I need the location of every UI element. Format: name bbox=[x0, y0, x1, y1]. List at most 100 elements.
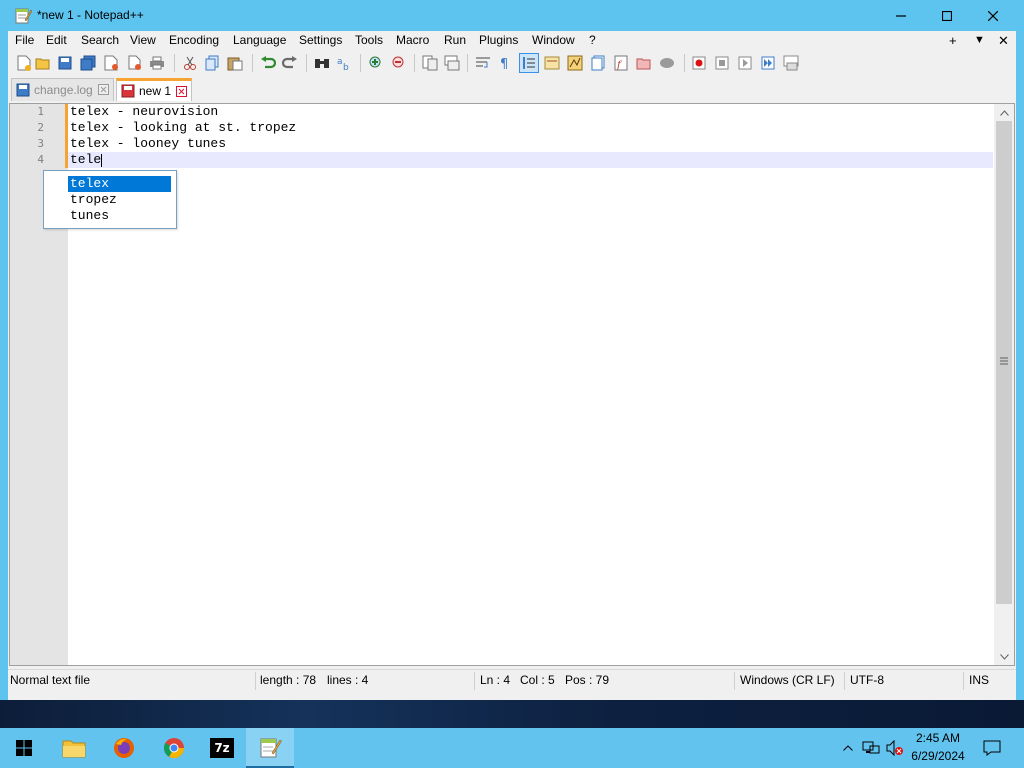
tab-change-log[interactable]: change.log bbox=[11, 78, 114, 101]
folder-as-workspace-icon[interactable] bbox=[634, 53, 654, 73]
title-bar[interactable]: *new 1 - Notepad++ bbox=[0, 0, 1024, 31]
close-document-button[interactable]: ✕ bbox=[998, 33, 1009, 49]
print-icon[interactable] bbox=[147, 53, 167, 73]
show-all-chars-icon[interactable]: ¶ bbox=[495, 53, 515, 73]
code-line[interactable]: tele bbox=[70, 152, 101, 168]
indent-guide-icon[interactable] bbox=[519, 53, 539, 73]
find-icon[interactable] bbox=[312, 53, 332, 73]
unsaved-file-icon bbox=[121, 84, 135, 98]
notepadpp-app-icon bbox=[15, 8, 32, 24]
notifications-button[interactable] bbox=[982, 738, 1002, 758]
autocomplete-popup[interactable]: telex tropez tunes bbox=[43, 170, 177, 229]
toolbar: ab ¶ f bbox=[8, 51, 1016, 76]
copy-icon[interactable] bbox=[202, 53, 222, 73]
start-button[interactable] bbox=[0, 728, 48, 768]
window-title: *new 1 - Notepad++ bbox=[37, 8, 144, 22]
function-list-icon[interactable]: f bbox=[611, 53, 631, 73]
document-list-icon[interactable] bbox=[588, 53, 608, 73]
run-macro-multiple-icon[interactable] bbox=[758, 53, 778, 73]
close-window-button[interactable] bbox=[970, 0, 1016, 31]
play-macro-icon[interactable] bbox=[735, 53, 755, 73]
document-map-icon[interactable] bbox=[565, 53, 585, 73]
close-icon[interactable] bbox=[101, 53, 121, 73]
autocomplete-item[interactable]: telex bbox=[68, 176, 171, 192]
notepadpp-taskbar-button[interactable] bbox=[246, 728, 294, 768]
minimize-button[interactable] bbox=[878, 0, 924, 31]
record-macro-icon[interactable] bbox=[689, 53, 709, 73]
undo-icon[interactable] bbox=[258, 53, 278, 73]
paste-icon[interactable] bbox=[225, 53, 245, 73]
tab-new-1[interactable]: new 1 bbox=[116, 78, 192, 101]
save-icon[interactable] bbox=[55, 53, 75, 73]
tab-close-icon[interactable] bbox=[176, 86, 187, 97]
menu-run[interactable]: Run bbox=[444, 33, 466, 47]
tab-list-dropdown-button[interactable]: ▼ bbox=[974, 34, 985, 46]
zoom-in-icon[interactable] bbox=[366, 53, 386, 73]
chrome-taskbar-button[interactable] bbox=[150, 728, 198, 768]
code-line[interactable]: telex - neurovision bbox=[70, 104, 218, 120]
clock-time[interactable]: 2:45 AM bbox=[900, 731, 976, 745]
menu-window[interactable]: Window bbox=[532, 33, 575, 47]
firefox-taskbar-button[interactable] bbox=[100, 728, 148, 768]
vertical-scrollbar[interactable] bbox=[994, 104, 1014, 665]
new-file-icon[interactable] bbox=[14, 53, 34, 73]
autocomplete-item[interactable]: tropez bbox=[68, 192, 171, 208]
menu-language[interactable]: Language bbox=[233, 33, 286, 47]
menu-help[interactable]: ? bbox=[589, 33, 596, 47]
maximize-button[interactable] bbox=[924, 0, 970, 31]
cut-icon[interactable] bbox=[180, 53, 200, 73]
line-number: 3 bbox=[37, 137, 44, 150]
code-line[interactable]: telex - looney tunes bbox=[70, 136, 226, 152]
notepadpp-icon bbox=[260, 738, 282, 758]
7zip-taskbar-button[interactable]: 7z bbox=[198, 728, 246, 768]
status-column[interactable]: Col : 5 bbox=[520, 673, 555, 687]
status-insert-mode[interactable]: INS bbox=[969, 673, 989, 687]
toolbar-separator bbox=[684, 54, 685, 72]
tab-label: new 1 bbox=[139, 84, 172, 98]
menu-edit[interactable]: Edit bbox=[46, 33, 67, 47]
status-position[interactable]: Pos : 79 bbox=[565, 673, 609, 687]
save-all-icon[interactable] bbox=[78, 53, 98, 73]
status-separator bbox=[734, 672, 735, 690]
scroll-thumb[interactable] bbox=[996, 121, 1012, 604]
clock-date[interactable]: 6/29/2024 bbox=[900, 749, 976, 763]
menu-encoding[interactable]: Encoding bbox=[169, 33, 219, 47]
chevron-up-icon bbox=[999, 109, 1009, 116]
close-all-icon[interactable] bbox=[124, 53, 144, 73]
show-hidden-icons-button[interactable] bbox=[838, 738, 858, 758]
zoom-out-icon[interactable] bbox=[389, 53, 409, 73]
new-tab-plus-button[interactable]: + bbox=[949, 33, 957, 48]
tab-close-icon[interactable] bbox=[98, 84, 109, 95]
save-macro-icon[interactable] bbox=[781, 53, 801, 73]
maximize-icon bbox=[942, 10, 952, 21]
menu-macro[interactable]: Macro bbox=[396, 33, 429, 47]
network-tray-button[interactable] bbox=[861, 738, 881, 758]
status-encoding[interactable]: UTF-8 bbox=[850, 673, 884, 687]
menu-plugins[interactable]: Plugins bbox=[479, 33, 518, 47]
file-explorer-taskbar-button[interactable] bbox=[50, 728, 98, 768]
code-line[interactable]: telex - looking at st. tropez bbox=[70, 120, 296, 136]
open-file-icon[interactable] bbox=[33, 53, 53, 73]
autocomplete-item[interactable]: tunes bbox=[68, 208, 171, 224]
word-wrap-icon[interactable] bbox=[473, 53, 493, 73]
menu-file[interactable]: File bbox=[15, 33, 34, 47]
status-line[interactable]: Ln : 4 bbox=[480, 673, 510, 687]
notepadpp-window: *new 1 - Notepad++ File Edit Search View… bbox=[0, 0, 1024, 700]
text-area[interactable]: telex - neurovision telex - looking at s… bbox=[68, 104, 993, 665]
udl-icon[interactable] bbox=[542, 53, 562, 73]
sync-horizontal-icon[interactable] bbox=[442, 53, 462, 73]
stop-record-icon[interactable] bbox=[712, 53, 732, 73]
menu-view[interactable]: View bbox=[130, 33, 156, 47]
status-separator bbox=[844, 672, 845, 690]
redo-icon[interactable] bbox=[280, 53, 300, 73]
status-eol[interactable]: Windows (CR LF) bbox=[740, 673, 835, 687]
scroll-down-button[interactable] bbox=[994, 648, 1014, 665]
menu-tools[interactable]: Tools bbox=[355, 33, 383, 47]
monitoring-icon[interactable] bbox=[657, 53, 677, 73]
replace-icon[interactable]: ab bbox=[334, 53, 354, 73]
status-separator bbox=[255, 672, 256, 690]
sync-vertical-icon[interactable] bbox=[420, 53, 440, 73]
scroll-up-button[interactable] bbox=[994, 104, 1014, 121]
menu-search[interactable]: Search bbox=[81, 33, 119, 47]
menu-settings[interactable]: Settings bbox=[299, 33, 342, 47]
